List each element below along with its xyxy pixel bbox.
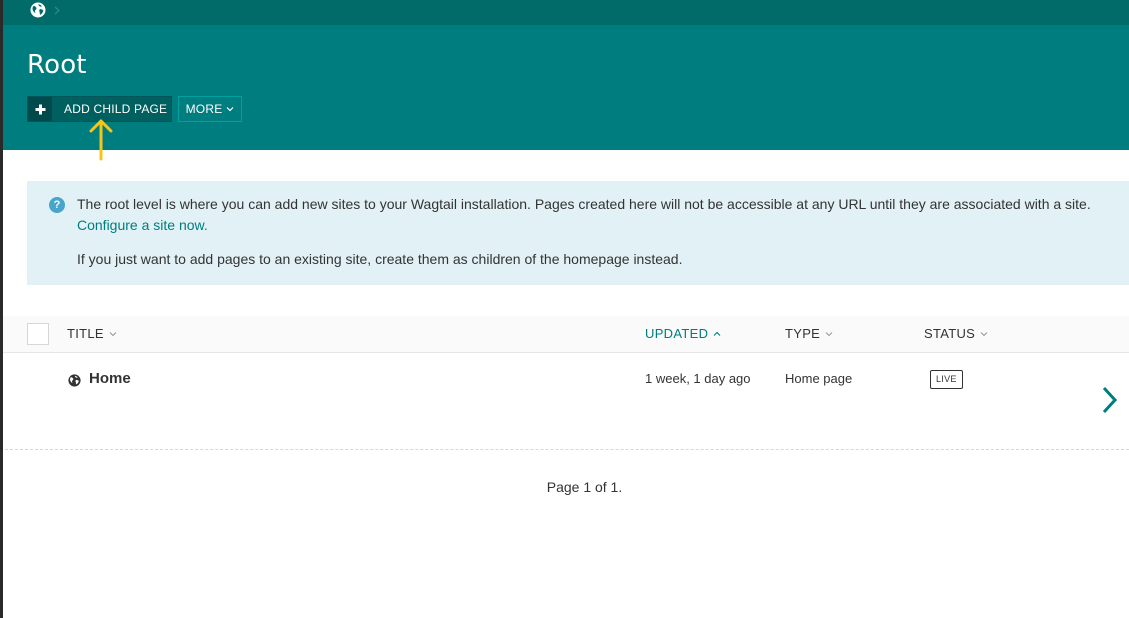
help-icon: ? xyxy=(49,197,65,213)
arrow-up-icon xyxy=(89,119,113,161)
page-header: Root ADD CHILD PAGE MORE xyxy=(0,25,1129,150)
updated-value: 1 week, 1 day ago xyxy=(645,371,751,386)
column-updated-label: UPDATED xyxy=(645,326,709,341)
chevron-right-icon[interactable] xyxy=(1099,385,1119,415)
help-text: The root level is where you can add new … xyxy=(77,194,1125,270)
breadcrumb xyxy=(0,0,1129,25)
table-row: Home 1 week, 1 day ago Home page LIVE xyxy=(0,353,1129,450)
configure-site-link[interactable]: Configure a site now. xyxy=(77,217,208,233)
pagination-text: Page 1 of 1. xyxy=(546,479,623,495)
page-title-link[interactable]: Home xyxy=(89,370,131,387)
column-title-label: TITLE xyxy=(67,326,104,341)
chevron-down-icon xyxy=(825,331,833,336)
more-label: MORE xyxy=(185,102,223,116)
add-child-page-label: ADD CHILD PAGE xyxy=(64,102,168,116)
column-updated-header[interactable]: UPDATED xyxy=(645,326,721,341)
column-type-header[interactable]: TYPE xyxy=(785,326,833,341)
pagination: Page 1 of 1. xyxy=(0,479,1129,495)
column-type-label: TYPE xyxy=(785,326,821,341)
status-badge[interactable]: LIVE xyxy=(930,370,963,389)
listing-header: TITLE UPDATED TYPE STATUS xyxy=(0,316,1129,353)
column-status-header[interactable]: STATUS xyxy=(924,326,988,341)
help-message: ? The root level is where you can add ne… xyxy=(27,181,1129,285)
chevron-down-icon xyxy=(109,331,117,336)
plus-icon xyxy=(28,97,52,121)
globe-icon xyxy=(68,374,81,387)
more-button[interactable]: MORE xyxy=(178,96,242,122)
globe-icon[interactable] xyxy=(30,2,46,18)
column-status-label: STATUS xyxy=(924,326,976,341)
column-title-header[interactable]: TITLE xyxy=(67,326,117,341)
help-paragraph-1: The root level is where you can add new … xyxy=(77,194,1125,236)
chevron-up-icon xyxy=(713,331,721,336)
window-left-edge xyxy=(0,0,3,618)
chevron-right-icon xyxy=(54,6,60,15)
page-title: Root xyxy=(27,50,87,80)
chevron-down-icon xyxy=(980,331,988,336)
help-paragraph-2: If you just want to add pages to an exis… xyxy=(77,251,683,267)
chevron-down-icon xyxy=(226,107,234,112)
type-value: Home page xyxy=(785,371,853,386)
select-all-checkbox[interactable] xyxy=(27,323,49,345)
help-text-main: The root level is where you can add new … xyxy=(77,196,1091,212)
